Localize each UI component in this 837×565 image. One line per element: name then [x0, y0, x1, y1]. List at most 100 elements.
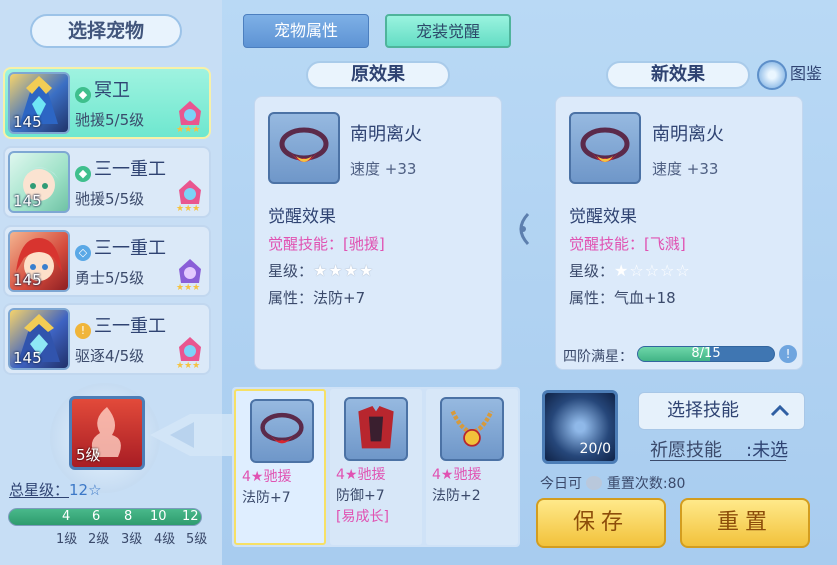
- divider-ornament-icon: [519, 212, 530, 246]
- pet-card-1[interactable]: 145 ◆ 冥卫 驰援5/5级 ★★★: [3, 67, 211, 139]
- attr-value: 法防+7: [313, 289, 366, 307]
- skill-label: 觉醒技能：: [569, 235, 645, 253]
- star-rating: ★★★★: [313, 261, 375, 280]
- necklace-icon: [450, 410, 494, 447]
- full-star-progress-text: 8/15: [691, 346, 721, 361]
- wish-label-text: 祈愿技能: [650, 440, 722, 461]
- original-awake-skill: 觉醒技能：[驰援]: [268, 233, 385, 254]
- pet-name: ◆ 三一重工: [75, 155, 166, 182]
- tick-label: 6: [92, 509, 101, 524]
- tab-pet-attributes[interactable]: 宠物属性: [243, 14, 369, 48]
- select-skill-label: 选择技能: [667, 400, 739, 421]
- grade-badge-icon: ★★★: [176, 337, 201, 369]
- bracelet-icon: [580, 127, 630, 162]
- new-effect-title: 新效果: [606, 61, 750, 89]
- reset-count: 今日可 重置次数:80: [540, 473, 685, 493]
- tick-label: 4: [62, 509, 71, 524]
- save-button[interactable]: 保存: [536, 498, 666, 548]
- pet-card-4[interactable]: 145 ! 三一重工 驱逐4/5级 ★★★: [3, 303, 211, 375]
- choice-stat: 防御+7: [336, 488, 385, 504]
- reset-token-icon: [586, 476, 603, 490]
- pet-level: 145: [13, 271, 42, 289]
- pet-type: 驰援5/5级: [75, 190, 145, 208]
- total-star-underline: [9, 497, 69, 498]
- pet-type: 勇士5/5级: [75, 269, 145, 287]
- original-awake-title: 觉醒效果: [268, 207, 336, 227]
- new-awake-title: 觉醒效果: [569, 207, 637, 227]
- original-effect-title: 原效果: [306, 61, 450, 89]
- equip-choice-3[interactable]: 4★驰援 法防+2: [426, 389, 518, 545]
- skill-value: [驰援]: [343, 235, 385, 253]
- choice-title: 4★驰援: [432, 467, 482, 483]
- pet-type: 驱逐4/5级: [75, 347, 145, 365]
- wish-skill-label[interactable]: 祈愿技能: [650, 436, 722, 462]
- pet-name-text: 三一重工: [94, 159, 166, 180]
- star-label: 星级：: [569, 262, 615, 280]
- attr-label: 属性：: [569, 289, 615, 307]
- star-rating: ★☆☆☆☆: [614, 261, 691, 280]
- choice-title: 4★驰援: [336, 467, 386, 483]
- choice-stat: 法防+7: [242, 490, 291, 506]
- grade-label: 4级: [154, 532, 176, 547]
- grade-badge-icon: ★★★: [176, 259, 201, 291]
- attr-label: 属性：: [268, 289, 314, 307]
- tick-label: 10: [150, 509, 167, 524]
- element-icon: !: [75, 323, 91, 339]
- pet-name: ◆ 冥卫: [75, 76, 130, 103]
- orb-count: 20/0: [579, 441, 611, 457]
- skill-value: [飞溅]: [644, 235, 686, 253]
- wish-skill-value: :未选: [746, 436, 788, 462]
- equip-choice-2[interactable]: 4★驰援 防御+7 [易成长]: [330, 389, 422, 545]
- reset-button[interactable]: 重置: [680, 498, 810, 548]
- pet-card-2[interactable]: 145 ◆ 三一重工 驰援5/5级 ★★★: [3, 146, 211, 218]
- pet-level: 145: [13, 113, 42, 131]
- bracelet-icon: [279, 127, 329, 162]
- pet-skill-icon[interactable]: 5级: [69, 396, 145, 470]
- tick-label: 12: [182, 509, 199, 524]
- pet-card-3[interactable]: 145 ◇ 三一重工 勇士5/5级 ★★★: [3, 225, 211, 297]
- new-awake-skill: 觉醒技能：[飞溅]: [569, 233, 686, 254]
- skill-label: 觉醒技能：: [268, 235, 344, 253]
- grade-label: 5级: [186, 532, 208, 547]
- info-icon[interactable]: !: [779, 345, 797, 363]
- grade-label: 1级: [56, 532, 78, 547]
- reset-suffix: 重置次数:80: [606, 476, 686, 492]
- bracelet-choice-icon: [250, 399, 314, 463]
- grade-label: 2级: [88, 532, 110, 547]
- new-equip-stat: 速度 +33: [652, 160, 719, 178]
- atlas-link[interactable]: 图鉴: [790, 60, 822, 88]
- element-icon: ◆: [75, 166, 91, 182]
- svg-text:★★★: ★★★: [176, 204, 200, 212]
- arrow-deco-icon: [150, 414, 240, 456]
- wish-orb-icon[interactable]: 20/0: [542, 390, 618, 464]
- bracelet-icon: [260, 412, 304, 444]
- pet-portrait: 145: [8, 308, 70, 370]
- element-icon: ◆: [75, 87, 91, 103]
- full-star-label: 四阶满星：: [563, 349, 633, 365]
- wish-value-text: 未选: [752, 440, 789, 461]
- reset-prefix: 今日可: [540, 476, 582, 492]
- original-equip-icon: [268, 112, 340, 184]
- pet-level: 145: [13, 349, 42, 367]
- svg-text:★★★: ★★★: [176, 361, 200, 369]
- armor-choice-icon: [344, 397, 408, 461]
- pet-name: ◇ 三一重工: [75, 234, 166, 261]
- original-equip-stat: 速度 +33: [350, 160, 417, 178]
- grade-badge-icon: ★★★: [176, 180, 201, 212]
- atlas-icon[interactable]: [757, 60, 787, 90]
- pet-portrait: 145: [8, 72, 70, 134]
- svg-text:★★★: ★★★: [176, 283, 200, 291]
- tab-equip-awaken[interactable]: 宠装觉醒: [385, 14, 511, 48]
- grade-badge-icon: ★★★: [176, 101, 201, 133]
- equip-choice-1[interactable]: 4★驰援 法防+7: [234, 389, 326, 545]
- pet-name-text: 三一重工: [94, 238, 166, 259]
- pet-level: 145: [13, 192, 42, 210]
- pet-portrait: 145: [8, 151, 70, 213]
- attr-value: 气血+18: [614, 289, 676, 307]
- element-icon: ◇: [75, 245, 91, 261]
- select-skill-button[interactable]: 选择技能: [638, 392, 805, 430]
- svg-text:★★★: ★★★: [176, 125, 200, 133]
- new-equip-name: 南明离火: [652, 124, 724, 145]
- select-pet-title: 选择宠物: [30, 14, 182, 48]
- choice-extra: [易成长]: [336, 509, 389, 525]
